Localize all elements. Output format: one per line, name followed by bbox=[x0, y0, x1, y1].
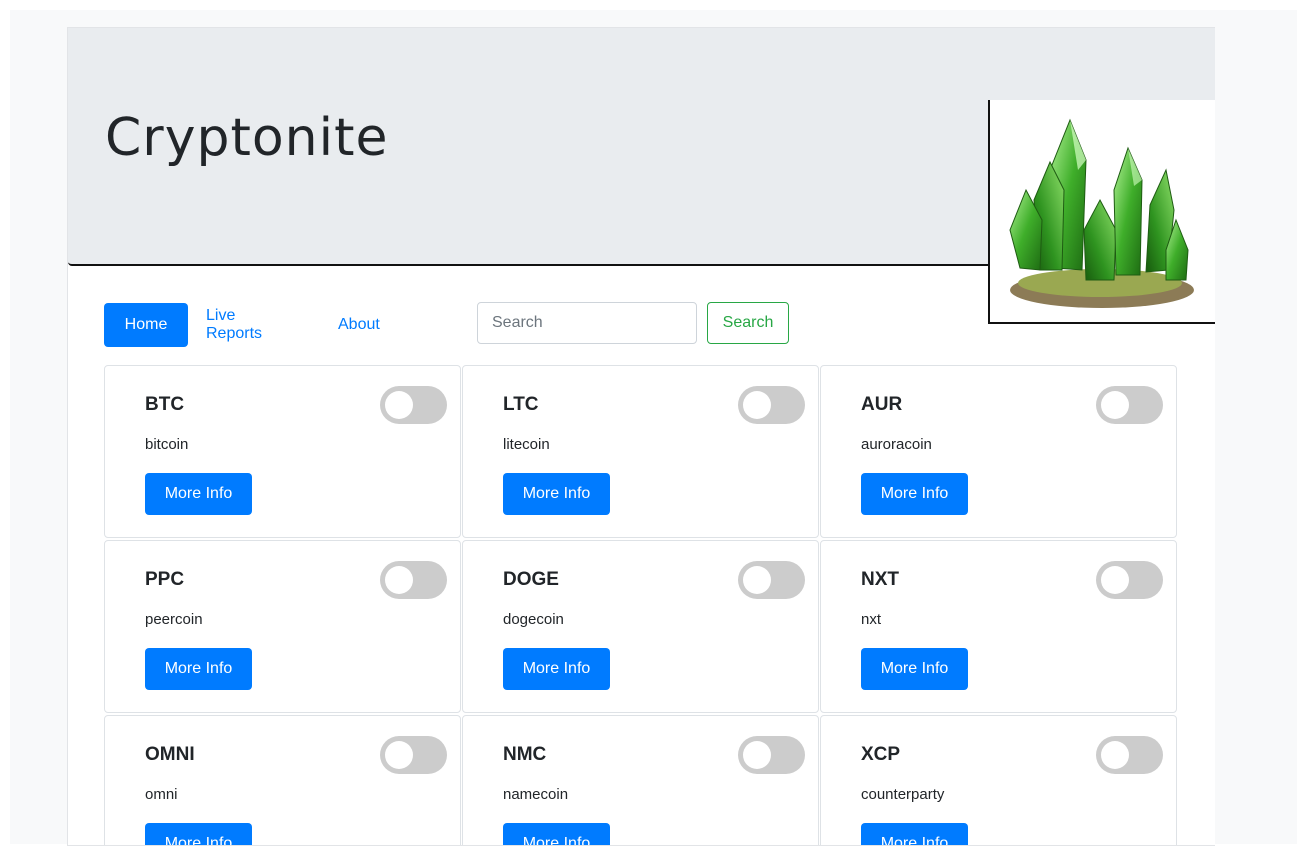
coin-name: namecoin bbox=[503, 786, 569, 803]
search-input[interactable] bbox=[477, 302, 697, 344]
more-info-button[interactable]: More Info bbox=[503, 648, 610, 690]
coin-symbol: AUR bbox=[861, 394, 903, 415]
coin-toggle-switch[interactable] bbox=[380, 386, 447, 424]
coin-card: BTC bitcoin More Info bbox=[104, 365, 461, 538]
coin-symbol: DOGE bbox=[503, 569, 559, 590]
toggle-knob bbox=[1101, 566, 1129, 594]
toggle-knob bbox=[385, 566, 413, 594]
coin-symbol: XCP bbox=[861, 744, 901, 765]
nav-home[interactable]: Home bbox=[104, 303, 188, 347]
nav-live-reports[interactable]: Live Reports bbox=[206, 303, 262, 347]
coin-name: dogecoin bbox=[503, 611, 564, 628]
coin-symbol: NMC bbox=[503, 744, 547, 765]
search-button[interactable]: Search bbox=[707, 302, 789, 344]
coin-toggle-switch[interactable] bbox=[738, 561, 805, 599]
coin-name: counterparty bbox=[861, 786, 945, 803]
toggle-knob bbox=[385, 741, 413, 769]
more-info-button[interactable]: More Info bbox=[861, 823, 968, 845]
coin-toggle-switch[interactable] bbox=[738, 736, 805, 774]
coin-toggle-switch[interactable] bbox=[738, 386, 805, 424]
toggle-knob bbox=[743, 741, 771, 769]
coin-toggle-switch[interactable] bbox=[1096, 561, 1163, 599]
coin-name: auroracoin bbox=[861, 436, 932, 453]
toggle-knob bbox=[1101, 741, 1129, 769]
more-info-button[interactable]: More Info bbox=[503, 473, 610, 515]
coin-card: DOGE dogecoin More Info bbox=[462, 540, 819, 713]
coin-symbol: OMNI bbox=[145, 744, 195, 765]
more-info-button[interactable]: More Info bbox=[861, 473, 968, 515]
coin-card: XCP counterparty More Info bbox=[820, 715, 1177, 845]
page-title: Cryptonite bbox=[105, 108, 389, 168]
coin-name: nxt bbox=[861, 611, 882, 628]
coin-symbol: BTC bbox=[145, 394, 185, 415]
logo-image bbox=[988, 100, 1215, 324]
coin-card: NXT nxt More Info bbox=[820, 540, 1177, 713]
more-info-button[interactable]: More Info bbox=[861, 648, 968, 690]
coin-name: bitcoin bbox=[145, 436, 189, 453]
more-info-button[interactable]: More Info bbox=[503, 823, 610, 845]
coin-card: LTC litecoin More Info bbox=[462, 365, 819, 538]
coin-symbol: LTC bbox=[503, 394, 539, 415]
coin-toggle-switch[interactable] bbox=[380, 736, 447, 774]
coin-name: litecoin bbox=[503, 436, 550, 453]
main-container: Cryptonite Home Live Reports About Searc… bbox=[67, 27, 1215, 846]
coin-toggle-switch[interactable] bbox=[380, 561, 447, 599]
toggle-knob bbox=[743, 391, 771, 419]
more-info-button[interactable]: More Info bbox=[145, 473, 252, 515]
more-info-button[interactable]: More Info bbox=[145, 823, 252, 845]
coin-toggle-switch[interactable] bbox=[1096, 736, 1163, 774]
more-info-button[interactable]: More Info bbox=[145, 648, 252, 690]
coin-toggle-switch[interactable] bbox=[1096, 386, 1163, 424]
coin-symbol: PPC bbox=[145, 569, 185, 590]
coin-card: PPC peercoin More Info bbox=[104, 540, 461, 713]
coin-symbol: NXT bbox=[861, 569, 899, 590]
coin-card: OMNI omni More Info bbox=[104, 715, 461, 845]
page-background: Cryptonite Home Live Reports About Searc… bbox=[10, 10, 1297, 846]
coin-card: NMC namecoin More Info bbox=[462, 715, 819, 845]
toggle-knob bbox=[385, 391, 413, 419]
green-crystal-logo-icon bbox=[1009, 118, 1194, 308]
toggle-knob bbox=[1101, 391, 1129, 419]
coin-name: omni bbox=[145, 786, 178, 803]
coin-card: AUR auroracoin More Info bbox=[820, 365, 1177, 538]
toggle-knob bbox=[743, 566, 771, 594]
nav-about[interactable]: About bbox=[338, 303, 380, 347]
coin-name: peercoin bbox=[145, 611, 203, 628]
